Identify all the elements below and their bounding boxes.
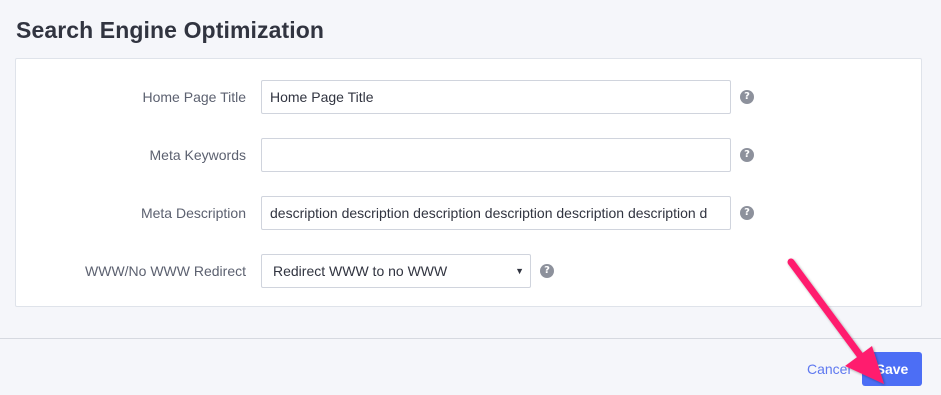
home-page-title-label: Home Page Title [142, 89, 247, 105]
help-icon[interactable]: ? [540, 264, 554, 278]
meta-keywords-input[interactable] [261, 138, 731, 172]
save-button[interactable]: Save [862, 352, 922, 386]
meta-keywords-label: Meta Keywords [149, 147, 246, 163]
chevron-down-icon: ▼ [515, 266, 524, 276]
www-redirect-selected-value: Redirect WWW to no WWW [273, 263, 448, 279]
www-redirect-row: WWW/No WWW Redirect Redirect WWW to no W… [16, 254, 921, 288]
meta-description-input[interactable]: description description description desc… [261, 196, 731, 230]
seo-form-panel: Home Page Title Home Page Title ? Meta K… [15, 58, 922, 307]
meta-description-label: Meta Description [140, 205, 246, 221]
page-title: Search Engine Optimization [16, 17, 325, 43]
help-icon[interactable]: ? [740, 148, 754, 162]
meta-description-row: Meta Description description description… [16, 196, 921, 230]
meta-keywords-row: Meta Keywords ? [16, 138, 921, 172]
home-page-title-input[interactable]: Home Page Title [261, 80, 731, 114]
www-redirect-label: WWW/No WWW Redirect [85, 263, 246, 279]
www-redirect-select[interactable]: Redirect WWW to no WWW ▼ [261, 254, 531, 288]
footer-bar [0, 339, 941, 395]
help-icon[interactable]: ? [740, 206, 754, 220]
home-page-title-row: Home Page Title Home Page Title ? [16, 80, 921, 114]
cancel-button[interactable]: Cancel [807, 361, 851, 377]
help-icon[interactable]: ? [740, 90, 754, 104]
